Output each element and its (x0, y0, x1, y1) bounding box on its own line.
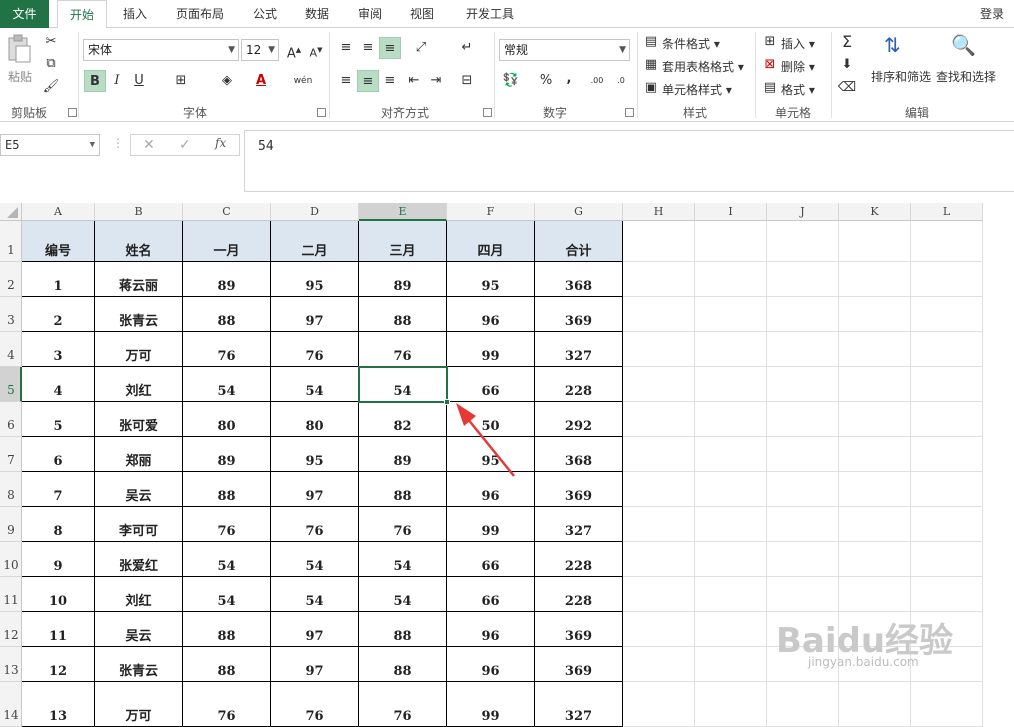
align-top-icon[interactable]: ≡ (335, 37, 357, 59)
align-middle-icon[interactable]: ≡ (357, 37, 379, 59)
merge-center-icon[interactable]: ⊟ (456, 70, 478, 92)
increase-decimal-icon[interactable]: .00 (586, 70, 608, 92)
name-box[interactable]: E5 ▼ (0, 134, 100, 156)
worksheet-grid[interactable]: ABCDEFGHIJKL 1 2 3 4 5 6 7 8 9 10 11 12 13 14 编号 姓名 一月二… (0, 203, 1014, 727)
cell-styles-icon: ▣ (644, 80, 658, 95)
delete-cells-icon: ⊠ (764, 57, 776, 72)
paste-button[interactable]: 粘贴 (8, 68, 32, 85)
align-bottom-icon[interactable]: ≡ (379, 37, 401, 59)
alignment-group-label: 对齐方式 (380, 106, 429, 120)
number-launcher-icon[interactable] (625, 108, 634, 117)
italic-button[interactable]: I (106, 70, 128, 92)
conditional-format-icon: ▤ (644, 34, 658, 49)
font-name-combo[interactable]: 宋体 ▼ (83, 39, 239, 61)
login-link[interactable]: 登录 (972, 0, 1012, 28)
format-cells-icon: ▤ (763, 80, 777, 95)
find-select-icon[interactable]: 🔍 (951, 33, 983, 65)
decrease-decimal-icon[interactable]: .0 (610, 70, 632, 92)
tab-home[interactable]: 开始 (57, 0, 107, 29)
accounting-format-icon[interactable]: 💱 (500, 70, 522, 92)
decrease-indent-icon[interactable]: ⇤ (403, 70, 425, 92)
tab-formulas[interactable]: 公式 (245, 0, 285, 28)
editing-group-label: 编辑 (904, 106, 929, 120)
orientation-icon[interactable]: ⤢ (410, 37, 432, 59)
font-launcher-icon[interactable] (317, 108, 326, 117)
formula-value: 54 (258, 139, 274, 154)
paste-icon[interactable] (6, 34, 32, 64)
comma-button[interactable]: , (558, 68, 580, 90)
autosum-icon[interactable]: Σ (836, 31, 858, 53)
delete-cells-button[interactable]: 删除 ▾ (781, 58, 815, 75)
insert-function-icon[interactable]: fx (215, 136, 226, 150)
chevron-down-icon: ▼ (228, 45, 235, 55)
sort-filter-icon[interactable]: ⇅ (884, 33, 916, 65)
sort-filter-button[interactable]: 排序和筛选 (871, 68, 931, 85)
group-divider (637, 32, 638, 118)
bold-button[interactable]: B (84, 70, 106, 92)
chevron-down-icon: ▼ (619, 45, 626, 55)
format-as-table-button[interactable]: 套用表格格式 ▾ (662, 58, 744, 75)
chevron-down-icon: ▼ (89, 140, 95, 150)
borders-icon[interactable]: ⊞ (170, 70, 192, 92)
group-divider (831, 32, 832, 118)
tab-view[interactable]: 视图 (402, 0, 442, 28)
font-color-icon[interactable]: A (250, 70, 272, 92)
clear-icon[interactable]: ⌫ (836, 77, 858, 99)
tab-review[interactable]: 审阅 (350, 0, 390, 28)
confirm-icon[interactable]: ✓ (179, 137, 191, 153)
ribbon: 粘贴 ✂ ⧉ 🖌 剪贴板 宋体 ▼ 12 ▼ A▲ A▼ B I U ⊞ ◈ A w… (0, 28, 1014, 122)
cells-group-label: 单元格 (774, 106, 811, 120)
find-select-button[interactable]: 查找和选择 (936, 68, 996, 85)
phonetic-icon[interactable]: wén (292, 70, 314, 92)
insert-cells-button[interactable]: 插入 ▾ (781, 35, 815, 52)
tab-data[interactable]: 数据 (297, 0, 337, 28)
format-cells-button[interactable]: 格式 ▾ (781, 81, 815, 98)
tab-page-layout[interactable]: 页面布局 (168, 0, 232, 28)
number-format-combo[interactable]: 常规 ▼ (499, 39, 630, 61)
clipboard-group-label: 剪贴板 (10, 106, 47, 120)
align-center-icon[interactable]: ≡ (357, 70, 379, 92)
fill-color-icon[interactable]: ◈ (216, 70, 238, 92)
cancel-icon[interactable]: ✕ (143, 137, 155, 153)
format-painter-icon[interactable]: 🖌 (40, 76, 62, 98)
formula-buttons: ✕ ✓ fx (130, 134, 240, 156)
tab-insert[interactable]: 插入 (114, 0, 156, 28)
increase-indent-icon[interactable]: ⇥ (425, 70, 447, 92)
number-group-label: 数字 (542, 106, 567, 120)
insert-cells-icon: ⊞ (764, 34, 776, 49)
group-divider (329, 32, 330, 118)
number-format-value: 常规 (504, 43, 529, 57)
tab-developer[interactable]: 开发工具 (458, 0, 522, 28)
name-box-value: E5 (5, 138, 20, 152)
font-name-value: 宋体 (88, 43, 113, 57)
ribbon-tab-bar: 文件 开始 插入 页面布局 公式 数据 审阅 视图 开发工具 登录 (0, 0, 1014, 29)
increase-font-icon[interactable]: A▲ (283, 39, 305, 61)
fill-icon[interactable]: ⬇ (836, 54, 858, 76)
percent-button[interactable]: % (535, 70, 557, 92)
wrap-text-icon[interactable]: ↵ (456, 37, 478, 59)
watermark-url: jingyan.baidu.com (808, 655, 919, 669)
cell-styles-button[interactable]: 单元格样式 ▾ (662, 81, 732, 98)
align-right-icon[interactable]: ≡ (379, 70, 401, 92)
underline-button[interactable]: U (128, 70, 150, 92)
group-divider (755, 32, 756, 118)
table-format-icon: ▦ (644, 57, 658, 72)
chevron-down-icon: ▼ (268, 45, 275, 55)
cut-icon[interactable]: ✂ (40, 31, 62, 53)
conditional-format-button[interactable]: 条件格式 ▾ (662, 35, 720, 52)
font-size-value: 12 (246, 43, 262, 57)
group-divider (78, 32, 79, 118)
decrease-font-icon[interactable]: A▼ (305, 39, 327, 61)
styles-group-label: 样式 (682, 106, 707, 120)
alignment-launcher-icon[interactable] (483, 108, 492, 117)
more-icon: ⋮ (112, 136, 124, 150)
font-group-label: 字体 (182, 106, 207, 120)
align-left-icon[interactable]: ≡ (335, 70, 357, 92)
group-divider (494, 32, 495, 118)
copy-icon[interactable]: ⧉ (40, 53, 62, 75)
formula-input[interactable] (244, 130, 1014, 192)
font-size-combo[interactable]: 12 ▼ (241, 39, 279, 61)
tab-file[interactable]: 文件 (0, 0, 49, 28)
clipboard-launcher-icon[interactable] (68, 108, 77, 117)
